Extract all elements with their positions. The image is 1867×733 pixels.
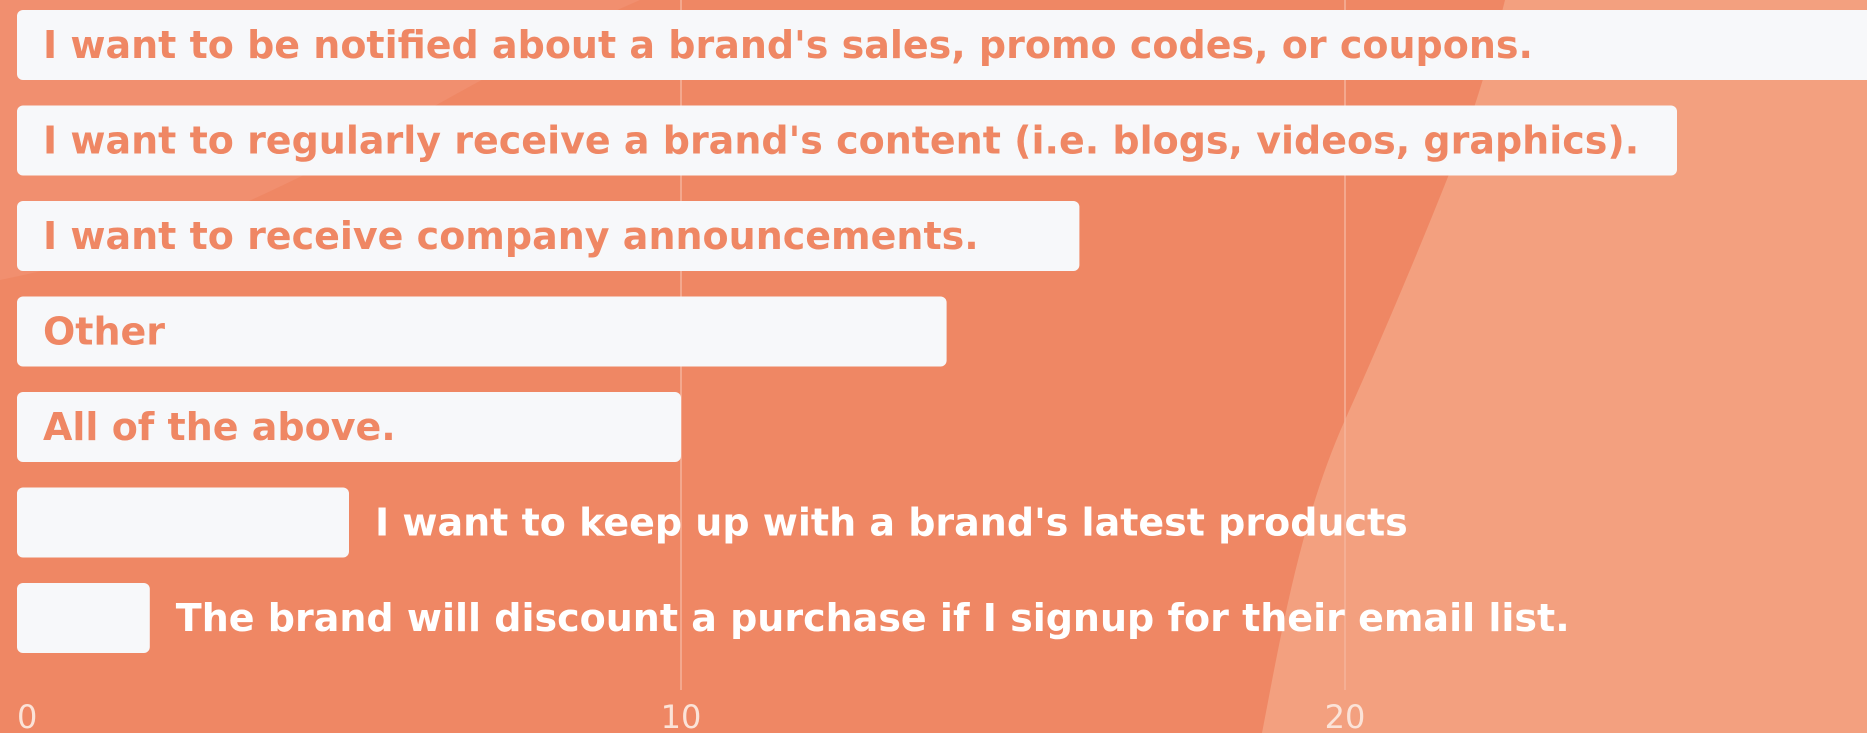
bars: [17, 10, 1867, 653]
x-tick-label: 0: [17, 698, 37, 733]
bar-label: I want to receive company announcements.: [43, 214, 979, 258]
bar-label: The brand will discount a purchase if I …: [176, 596, 1570, 640]
bar: [17, 487, 349, 558]
horizontal-bar-chart: I want to be notified about a brand's sa…: [17, 0, 1867, 733]
bar-label: I want to be notified about a brand's sa…: [43, 23, 1533, 67]
bar-label: I want to regularly receive a brand's co…: [43, 119, 1639, 163]
bar-label: All of the above.: [43, 405, 396, 449]
x-tick-label: 10: [661, 698, 702, 733]
x-tick-label: 20: [1325, 698, 1366, 733]
bar-label: I want to keep up with a brand's latest …: [375, 501, 1408, 545]
bar: [17, 583, 150, 653]
bar-label: Other: [43, 310, 165, 354]
x-axis-ticks: 0 10 20: [17, 698, 1365, 733]
